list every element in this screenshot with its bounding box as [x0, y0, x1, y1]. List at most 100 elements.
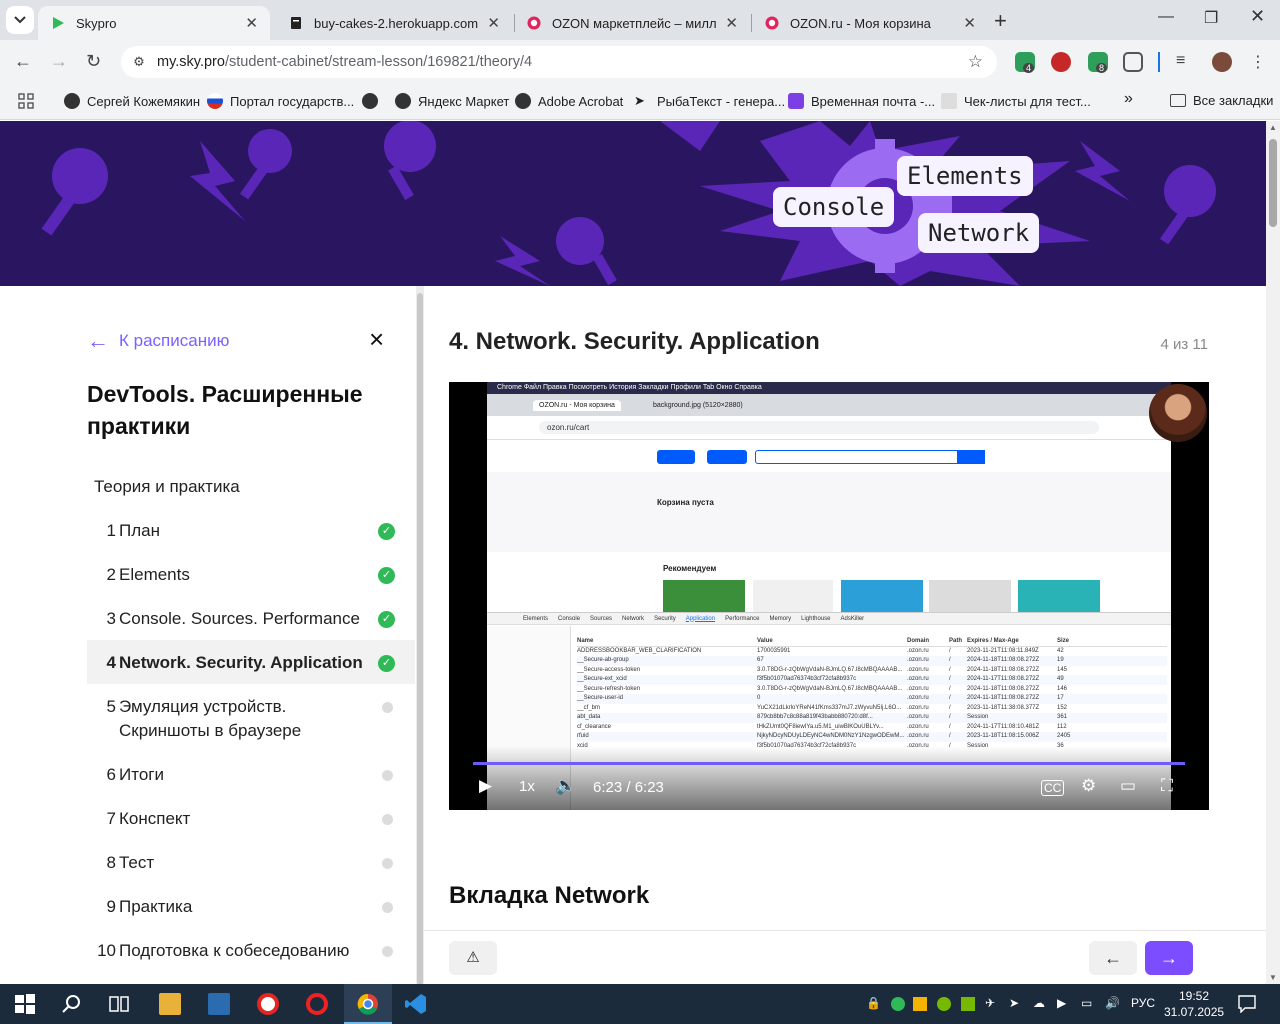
reload-button[interactable]: ↻	[86, 51, 101, 72]
next-lesson-button[interactable]: →	[1145, 941, 1193, 975]
bookmarks-overflow-button[interactable]: »	[1124, 90, 1133, 108]
bookmark-item[interactable]: Чек-листы для тест...	[941, 93, 1091, 109]
tray-network-icon[interactable]: ▭	[1081, 996, 1092, 1010]
tray-app-icon[interactable]	[937, 997, 951, 1011]
course-title: DevTools. Расширенные практики	[87, 381, 363, 439]
bookmark-item[interactable]: Яндекс Маркет	[395, 93, 509, 109]
chrome-taskbar-button[interactable]	[344, 984, 392, 1024]
scroll-up-icon[interactable]: ▲	[1269, 123, 1277, 132]
search-icon[interactable]	[61, 993, 83, 1015]
miniplayer-icon[interactable]: ▭	[1120, 776, 1136, 796]
lesson-item-network[interactable]: 4 Network. Security. Application ✓	[87, 640, 415, 684]
restore-button[interactable]: ❐	[1204, 8, 1218, 28]
back-to-schedule-link[interactable]: ← К расписанию	[87, 328, 229, 354]
close-sidebar-button[interactable]: ×	[369, 324, 384, 355]
tab-ozon-cart[interactable]: OZON.ru - Моя корзина ✕	[752, 6, 988, 40]
video-progress-bar[interactable]	[473, 762, 1185, 765]
close-tab-icon[interactable]: ✕	[245, 14, 258, 32]
bookmark-star-icon[interactable]: ☆	[968, 52, 983, 72]
keyboard-language[interactable]: РУС	[1131, 996, 1155, 1010]
notifications-icon[interactable]	[1238, 995, 1256, 1013]
settings-gear-icon[interactable]: ⚙	[1081, 776, 1096, 796]
tray-volume-icon[interactable]: 🔊	[1105, 996, 1120, 1010]
tray-cloud-icon[interactable]: ☁	[1033, 996, 1045, 1010]
bookmark-item[interactable]	[362, 93, 385, 109]
lesson-item-emulation[interactable]: 5 Эмуляция устройств. Скриншоты в браузер…	[87, 695, 415, 743]
tray-lock-icon[interactable]: 🔒	[866, 996, 881, 1010]
new-tab-button[interactable]: +	[994, 8, 1007, 34]
bookmark-item[interactable]: Сергей Кожемякин	[64, 93, 200, 109]
extension-hexagon-icon[interactable]	[1051, 52, 1071, 72]
tab-ozon-market[interactable]: OZON маркетплейс – миллио ✕	[514, 6, 750, 40]
speed-button[interactable]: 1x	[519, 778, 535, 795]
lesson-item-summary[interactable]: 7 Конспект	[87, 807, 415, 831]
lesson-item-plan[interactable]: 1 План ✓	[87, 519, 415, 543]
close-tab-icon[interactable]: ✕	[963, 14, 976, 32]
pending-dot-icon	[382, 814, 393, 825]
calculator-icon[interactable]	[208, 993, 230, 1015]
back-button[interactable]: ←	[14, 51, 32, 72]
address-bar[interactable]: ⚙ my.sky.pro/student-cabinet/stream-less…	[121, 46, 997, 78]
lesson-item-test[interactable]: 8 Тест	[87, 851, 415, 875]
clock-time: 19:52	[1178, 989, 1210, 1003]
close-tab-icon[interactable]: ✕	[487, 14, 500, 32]
report-issue-button[interactable]: ⚠	[449, 941, 497, 975]
ozon-favicon-icon	[526, 15, 542, 31]
bookmark-item[interactable]: Adobe Acrobat	[515, 93, 623, 109]
lesson-number: 9	[106, 897, 116, 916]
profile-avatar[interactable]	[1212, 52, 1232, 72]
site-info-icon[interactable]: ⚙	[121, 54, 157, 70]
opera-icon[interactable]	[306, 993, 328, 1015]
video-browser-tabbar: OZON.ru - Моя корзина background.jpg (51…	[487, 394, 1171, 416]
lesson-item-interview[interactable]: 10 Подготовка к собеседованию	[87, 939, 415, 963]
video-player[interactable]: Chrome Файл Правка Посмотреть История За…	[449, 382, 1209, 810]
scroll-down-icon[interactable]: ▼	[1269, 973, 1277, 982]
minimize-button[interactable]: —	[1158, 8, 1174, 26]
tray-nvidia-icon[interactable]	[961, 997, 975, 1011]
bookmark-item[interactable]: Временная почта -...	[788, 93, 935, 109]
search-button	[957, 450, 985, 464]
sidebar-scroll-thumb[interactable]	[417, 293, 423, 984]
system-clock[interactable]: 19:52 31.07.2025	[1164, 988, 1224, 1020]
previous-lesson-button[interactable]: ←	[1089, 941, 1137, 975]
bookmark-item[interactable]: Портал государств...	[207, 93, 354, 109]
windows-start-icon[interactable]	[14, 993, 36, 1015]
lesson-item-results[interactable]: 6 Итоги	[87, 763, 415, 787]
tray-bluetooth-icon[interactable]: ✈	[985, 996, 995, 1010]
apps-grid-icon[interactable]	[18, 93, 34, 109]
tab-search-button[interactable]	[6, 6, 34, 34]
section-title: Теория и практика	[94, 477, 240, 496]
lesson-item-elements[interactable]: 2 Elements ✓	[87, 563, 415, 587]
tray-kaspersky-icon[interactable]	[891, 997, 905, 1011]
bookmark-item[interactable]: ➤ РыбаТекст - генера...	[634, 93, 785, 109]
close-window-button[interactable]: ✕	[1250, 6, 1265, 27]
captions-icon[interactable]: CC	[1041, 780, 1065, 796]
tab-skypro[interactable]: Skypro ✕	[38, 6, 270, 40]
yandex-browser-icon[interactable]	[257, 993, 279, 1015]
tray-telegram-icon[interactable]: ➤	[1009, 996, 1019, 1010]
volume-icon[interactable]: 🔈	[555, 776, 576, 796]
file-explorer-icon[interactable]	[159, 993, 181, 1015]
media-controls-icon[interactable]: ≡	[1176, 52, 1196, 72]
tray-arrow-icon[interactable]: ▶	[1057, 996, 1066, 1010]
lesson-item-console[interactable]: 3 Console. Sources. Performance ✓	[87, 607, 415, 631]
flag-icon	[207, 93, 223, 109]
tab-buy-cakes[interactable]: buy-cakes-2.herokuapp.com ✕	[276, 6, 512, 40]
menu-kebab-icon[interactable]: ⋮	[1250, 52, 1270, 72]
forward-button[interactable]: →	[50, 51, 68, 72]
task-view-icon[interactable]	[108, 993, 130, 1015]
tray-drive-icon[interactable]	[913, 997, 927, 1011]
play-icon[interactable]: ▶	[479, 776, 492, 796]
page-scrollbar[interactable]: ▲ ▼	[1266, 121, 1280, 984]
close-tab-icon[interactable]: ✕	[725, 14, 738, 32]
section-heading: Вкладка Network	[449, 882, 650, 909]
vscode-icon[interactable]	[405, 993, 427, 1015]
page-scroll-thumb[interactable]	[1269, 139, 1277, 227]
fullscreen-icon[interactable]: ⛶	[1161, 776, 1173, 796]
all-bookmarks-folder[interactable]: Все закладки	[1170, 93, 1273, 108]
lesson-item-practice[interactable]: 9 Практика	[87, 895, 415, 919]
lesson-number: 4	[106, 653, 116, 672]
bookmark-label: Портал государств...	[230, 93, 355, 109]
extensions-puzzle-icon[interactable]	[1123, 52, 1143, 72]
cookie-cell: 2023-11-21T11:08:11.849Z	[967, 647, 1039, 654]
